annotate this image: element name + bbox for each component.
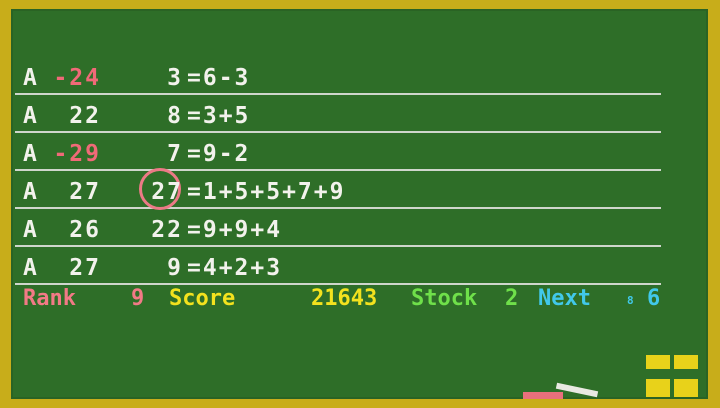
preview-block bbox=[646, 379, 670, 397]
preview-block bbox=[646, 355, 670, 369]
status-bar: Rank 9 Score 21643 Stock 2 Next 8 6 bbox=[23, 286, 673, 316]
stock-label: Stock bbox=[411, 286, 478, 311]
next-label: Next bbox=[538, 286, 591, 311]
row-grade: A bbox=[23, 179, 39, 205]
next-value: 6 bbox=[647, 286, 661, 311]
next-small-value: 8 bbox=[627, 294, 634, 307]
equation-row: A -29 7 =9-2 bbox=[15, 133, 661, 171]
equation-row: A 22 8 =3+5 bbox=[15, 95, 661, 133]
chalkboard: A -24 3 =6-3 A 22 8 =3+5 A -29 7 =9-2 A … bbox=[11, 9, 708, 399]
row-score: -24 bbox=[53, 65, 101, 91]
equation-target: 7 bbox=[167, 141, 183, 167]
equation-row: A 26 22 =9+9+4 bbox=[15, 209, 661, 247]
equation-row: A 27 27 =1+5+5+7+9 bbox=[15, 168, 661, 210]
row-score: 22 bbox=[69, 103, 101, 129]
row-score: 27 bbox=[69, 255, 101, 281]
equation-target: 27 bbox=[151, 179, 183, 205]
equation-row: A -24 3 =6-3 bbox=[15, 57, 661, 95]
equation-expression: =3+5 bbox=[187, 103, 251, 129]
row-score: 27 bbox=[69, 179, 101, 205]
equation-row: A 27 9 =4+2+3 bbox=[15, 247, 661, 285]
score-label: Score bbox=[169, 286, 236, 311]
row-grade: A bbox=[23, 141, 39, 167]
chalk-eraser bbox=[523, 392, 563, 399]
equation-expression: =9+9+4 bbox=[187, 217, 283, 243]
equation-expression: =4+2+3 bbox=[187, 255, 283, 281]
equation-expression: =1+5+5+7+9 bbox=[187, 179, 346, 205]
equation-target: 3 bbox=[167, 65, 183, 91]
equation-expression: =9-2 bbox=[187, 141, 251, 167]
preview-block bbox=[674, 379, 698, 397]
stock-value: 2 bbox=[505, 286, 519, 311]
equation-target: 9 bbox=[167, 255, 183, 281]
row-grade: A bbox=[23, 65, 39, 91]
equation-target: 22 bbox=[151, 217, 183, 243]
rank-value: 9 bbox=[131, 286, 145, 311]
rank-label: Rank bbox=[23, 286, 76, 311]
row-grade: A bbox=[23, 217, 39, 243]
row-grade: A bbox=[23, 255, 39, 281]
score-value: 21643 bbox=[311, 286, 378, 311]
preview-block bbox=[674, 355, 698, 369]
row-score: 26 bbox=[69, 217, 101, 243]
row-grade: A bbox=[23, 103, 39, 129]
equation-target: 8 bbox=[167, 103, 183, 129]
row-score: -29 bbox=[53, 141, 101, 167]
equation-expression: =6-3 bbox=[187, 65, 251, 91]
